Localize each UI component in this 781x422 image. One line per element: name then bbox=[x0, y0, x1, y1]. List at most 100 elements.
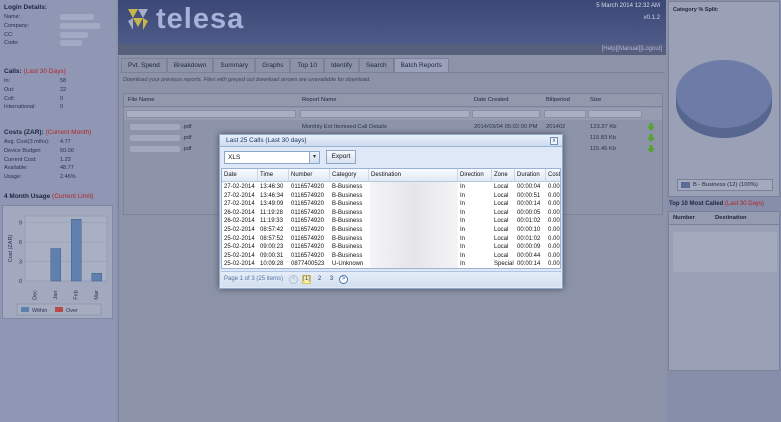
date-cell: 26-02-2014 bbox=[224, 209, 255, 216]
app-header: telesa 5 March 2014 12:32 AM v0.1.2 bbox=[118, 0, 666, 44]
filter-report-name[interactable] bbox=[300, 110, 470, 118]
cost-cell: 0.00 bbox=[548, 244, 560, 251]
usage-chart-title: 4 Month Usage bbox=[4, 193, 51, 200]
table-row[interactable]: 25-02-2014 08:57:42 0116574920 B-Business In… bbox=[222, 226, 560, 235]
costs-row: Current Cost: 1.23 bbox=[4, 156, 71, 163]
col-report-name[interactable]: Report Name bbox=[302, 97, 336, 103]
filter-billperiod[interactable] bbox=[544, 110, 586, 118]
page-3-button[interactable]: 3 bbox=[327, 275, 336, 284]
bar-mar bbox=[91, 272, 102, 282]
category-cell: B-Business bbox=[332, 201, 363, 208]
cost-cell: 0.00 bbox=[548, 218, 560, 225]
zone-cell: Local bbox=[494, 218, 509, 225]
tab-top-10[interactable]: Top 10 bbox=[290, 58, 325, 72]
col-size[interactable]: Size bbox=[590, 97, 601, 103]
login-title: Login Details: bbox=[4, 4, 47, 11]
col-destination[interactable]: Destination bbox=[369, 169, 458, 182]
dialog-title: Last 25 Calls (Last 30 days) bbox=[220, 135, 562, 147]
tab-breakdown[interactable]: Breakdown bbox=[166, 58, 214, 72]
col-duration[interactable]: Duration bbox=[515, 169, 546, 182]
time-cell: 13:46:34 bbox=[260, 192, 284, 199]
pager-prev-button[interactable]: < bbox=[289, 275, 298, 284]
manual-link[interactable]: [Manual] bbox=[617, 46, 640, 52]
table-row[interactable]: 26-02-2014 11:19:33 0116574920 B-Business In… bbox=[222, 217, 560, 226]
download-arrow-icon[interactable] bbox=[647, 145, 655, 153]
zone-cell: Local bbox=[494, 227, 509, 233]
tab-search[interactable]: Search bbox=[358, 58, 394, 72]
col-cost[interactable]: Cost bbox=[546, 169, 560, 182]
table-row[interactable]: 27-02-2014 13:46:30 0116574920 B-Business In… bbox=[222, 183, 560, 192]
number-cell: 0116574920 bbox=[291, 209, 324, 216]
zone-cell: Local bbox=[494, 201, 509, 208]
usage-chart-note: (Current Limit) bbox=[52, 193, 94, 200]
legend-within-label: Within bbox=[32, 308, 47, 314]
legend-over-label: Over bbox=[66, 308, 78, 314]
number-cell: 0116574920 bbox=[291, 235, 324, 242]
login-row: Name: bbox=[1, 13, 114, 22]
category-cell: B-Business bbox=[332, 227, 363, 233]
y-tick-label: 0 bbox=[19, 279, 22, 285]
logout-link[interactable]: [Logout] bbox=[640, 46, 662, 52]
date-cell: 27-02-2014 bbox=[224, 192, 255, 199]
table-row[interactable]: 25-02-2014 10:09:28 0877400523 U-Unknown In S… bbox=[222, 260, 560, 268]
tab-summary[interactable]: Summary bbox=[213, 58, 256, 72]
table-row[interactable]: 25-02-2014 09:00:31 0116574920 B-Business In… bbox=[222, 252, 560, 261]
number-cell: 0116574920 bbox=[291, 227, 324, 233]
duration-cell: 00:00:14 bbox=[517, 201, 541, 208]
costs-title: Costs (ZAR): bbox=[4, 129, 44, 136]
category-cell: B-Business bbox=[332, 192, 363, 199]
download-arrow-icon[interactable] bbox=[647, 134, 655, 142]
table-row[interactable]: 27-02-2014 13:49:09 0116574920 B-Business In… bbox=[222, 200, 560, 209]
cost-cell: 0.00 bbox=[548, 209, 560, 216]
export-button[interactable]: Export bbox=[326, 150, 356, 164]
table-row[interactable]: 25-02-2014 08:57:52 0116574920 B-Business In… bbox=[222, 235, 560, 244]
download-arrow-icon[interactable] bbox=[647, 123, 655, 131]
tab-identify[interactable]: Identify bbox=[324, 58, 359, 72]
page-1-button[interactable]: [1] bbox=[302, 275, 311, 284]
filter-size[interactable] bbox=[588, 110, 642, 118]
page-2-button[interactable]: 2 bbox=[315, 275, 324, 284]
table-row[interactable]: 27-02-2014 13:46:34 0116574920 B-Business In… bbox=[222, 192, 560, 201]
duration-cell: 00:01:02 bbox=[517, 218, 541, 225]
tab-pvt-spend[interactable]: Pvt. Spend bbox=[121, 58, 167, 72]
col-destination[interactable]: Destination bbox=[715, 215, 747, 221]
category-cell: B-Business bbox=[332, 244, 363, 251]
col-billperiod[interactable]: Billperiod bbox=[546, 97, 570, 103]
number-cell: 0877400523 bbox=[291, 261, 325, 268]
table-row[interactable]: 26-02-2014 11:19:28 0116574920 B-Business In… bbox=[222, 209, 560, 218]
col-time[interactable]: Time bbox=[258, 169, 289, 182]
table-row[interactable]: 25-02-2014 09:00:23 0116574920 B-Business In… bbox=[222, 243, 560, 252]
col-zone[interactable]: Zone bbox=[492, 169, 515, 182]
category-cell: B-Business bbox=[332, 184, 363, 190]
col-date[interactable]: Date bbox=[222, 169, 258, 182]
close-icon[interactable]: x bbox=[550, 137, 558, 145]
col-number[interactable]: Number bbox=[673, 215, 695, 221]
filter-file-name[interactable] bbox=[126, 110, 296, 118]
category-split-title: Category % Split: bbox=[673, 7, 719, 13]
pager-next-button[interactable]: > bbox=[339, 275, 348, 284]
col-number[interactable]: Number bbox=[289, 169, 330, 182]
table-row[interactable]: .pdf Monthly Ext Itemised Call Details 201… bbox=[124, 123, 662, 132]
costs-row: Device Budget: 50.00 bbox=[4, 147, 74, 154]
top10-title: Top 10 Most Called bbox=[669, 201, 724, 207]
size-cell: 115.83 Kb bbox=[590, 135, 617, 141]
file-name-redacted bbox=[130, 135, 180, 141]
time-cell: 10:09:28 bbox=[260, 261, 284, 268]
direction-cell: In bbox=[460, 252, 466, 259]
file-name-cell: .pdf bbox=[182, 135, 192, 141]
col-date-created[interactable]: Date Created bbox=[474, 97, 508, 103]
format-select[interactable]: XLS ▾ bbox=[224, 151, 320, 164]
number-cell: 0116574920 bbox=[291, 218, 324, 225]
tab-batch-reports[interactable]: Batch Reports bbox=[393, 58, 449, 72]
col-direction[interactable]: Direction bbox=[458, 169, 492, 182]
category-cell: B-Business bbox=[332, 209, 363, 216]
costs-row: Available: 48.77 bbox=[4, 165, 74, 172]
col-file-name[interactable]: File Name bbox=[128, 97, 154, 103]
x-tick-label: Feb bbox=[74, 290, 80, 299]
filter-date-created[interactable] bbox=[472, 110, 540, 118]
tab-graphs[interactable]: Graphs bbox=[255, 58, 291, 72]
help-link[interactable]: [Help] bbox=[602, 46, 618, 52]
chevron-down-icon[interactable]: ▾ bbox=[309, 152, 319, 163]
login-details: Login Details: Name: Company: CC: Code: bbox=[1, 2, 114, 48]
col-category[interactable]: Category bbox=[330, 169, 369, 182]
